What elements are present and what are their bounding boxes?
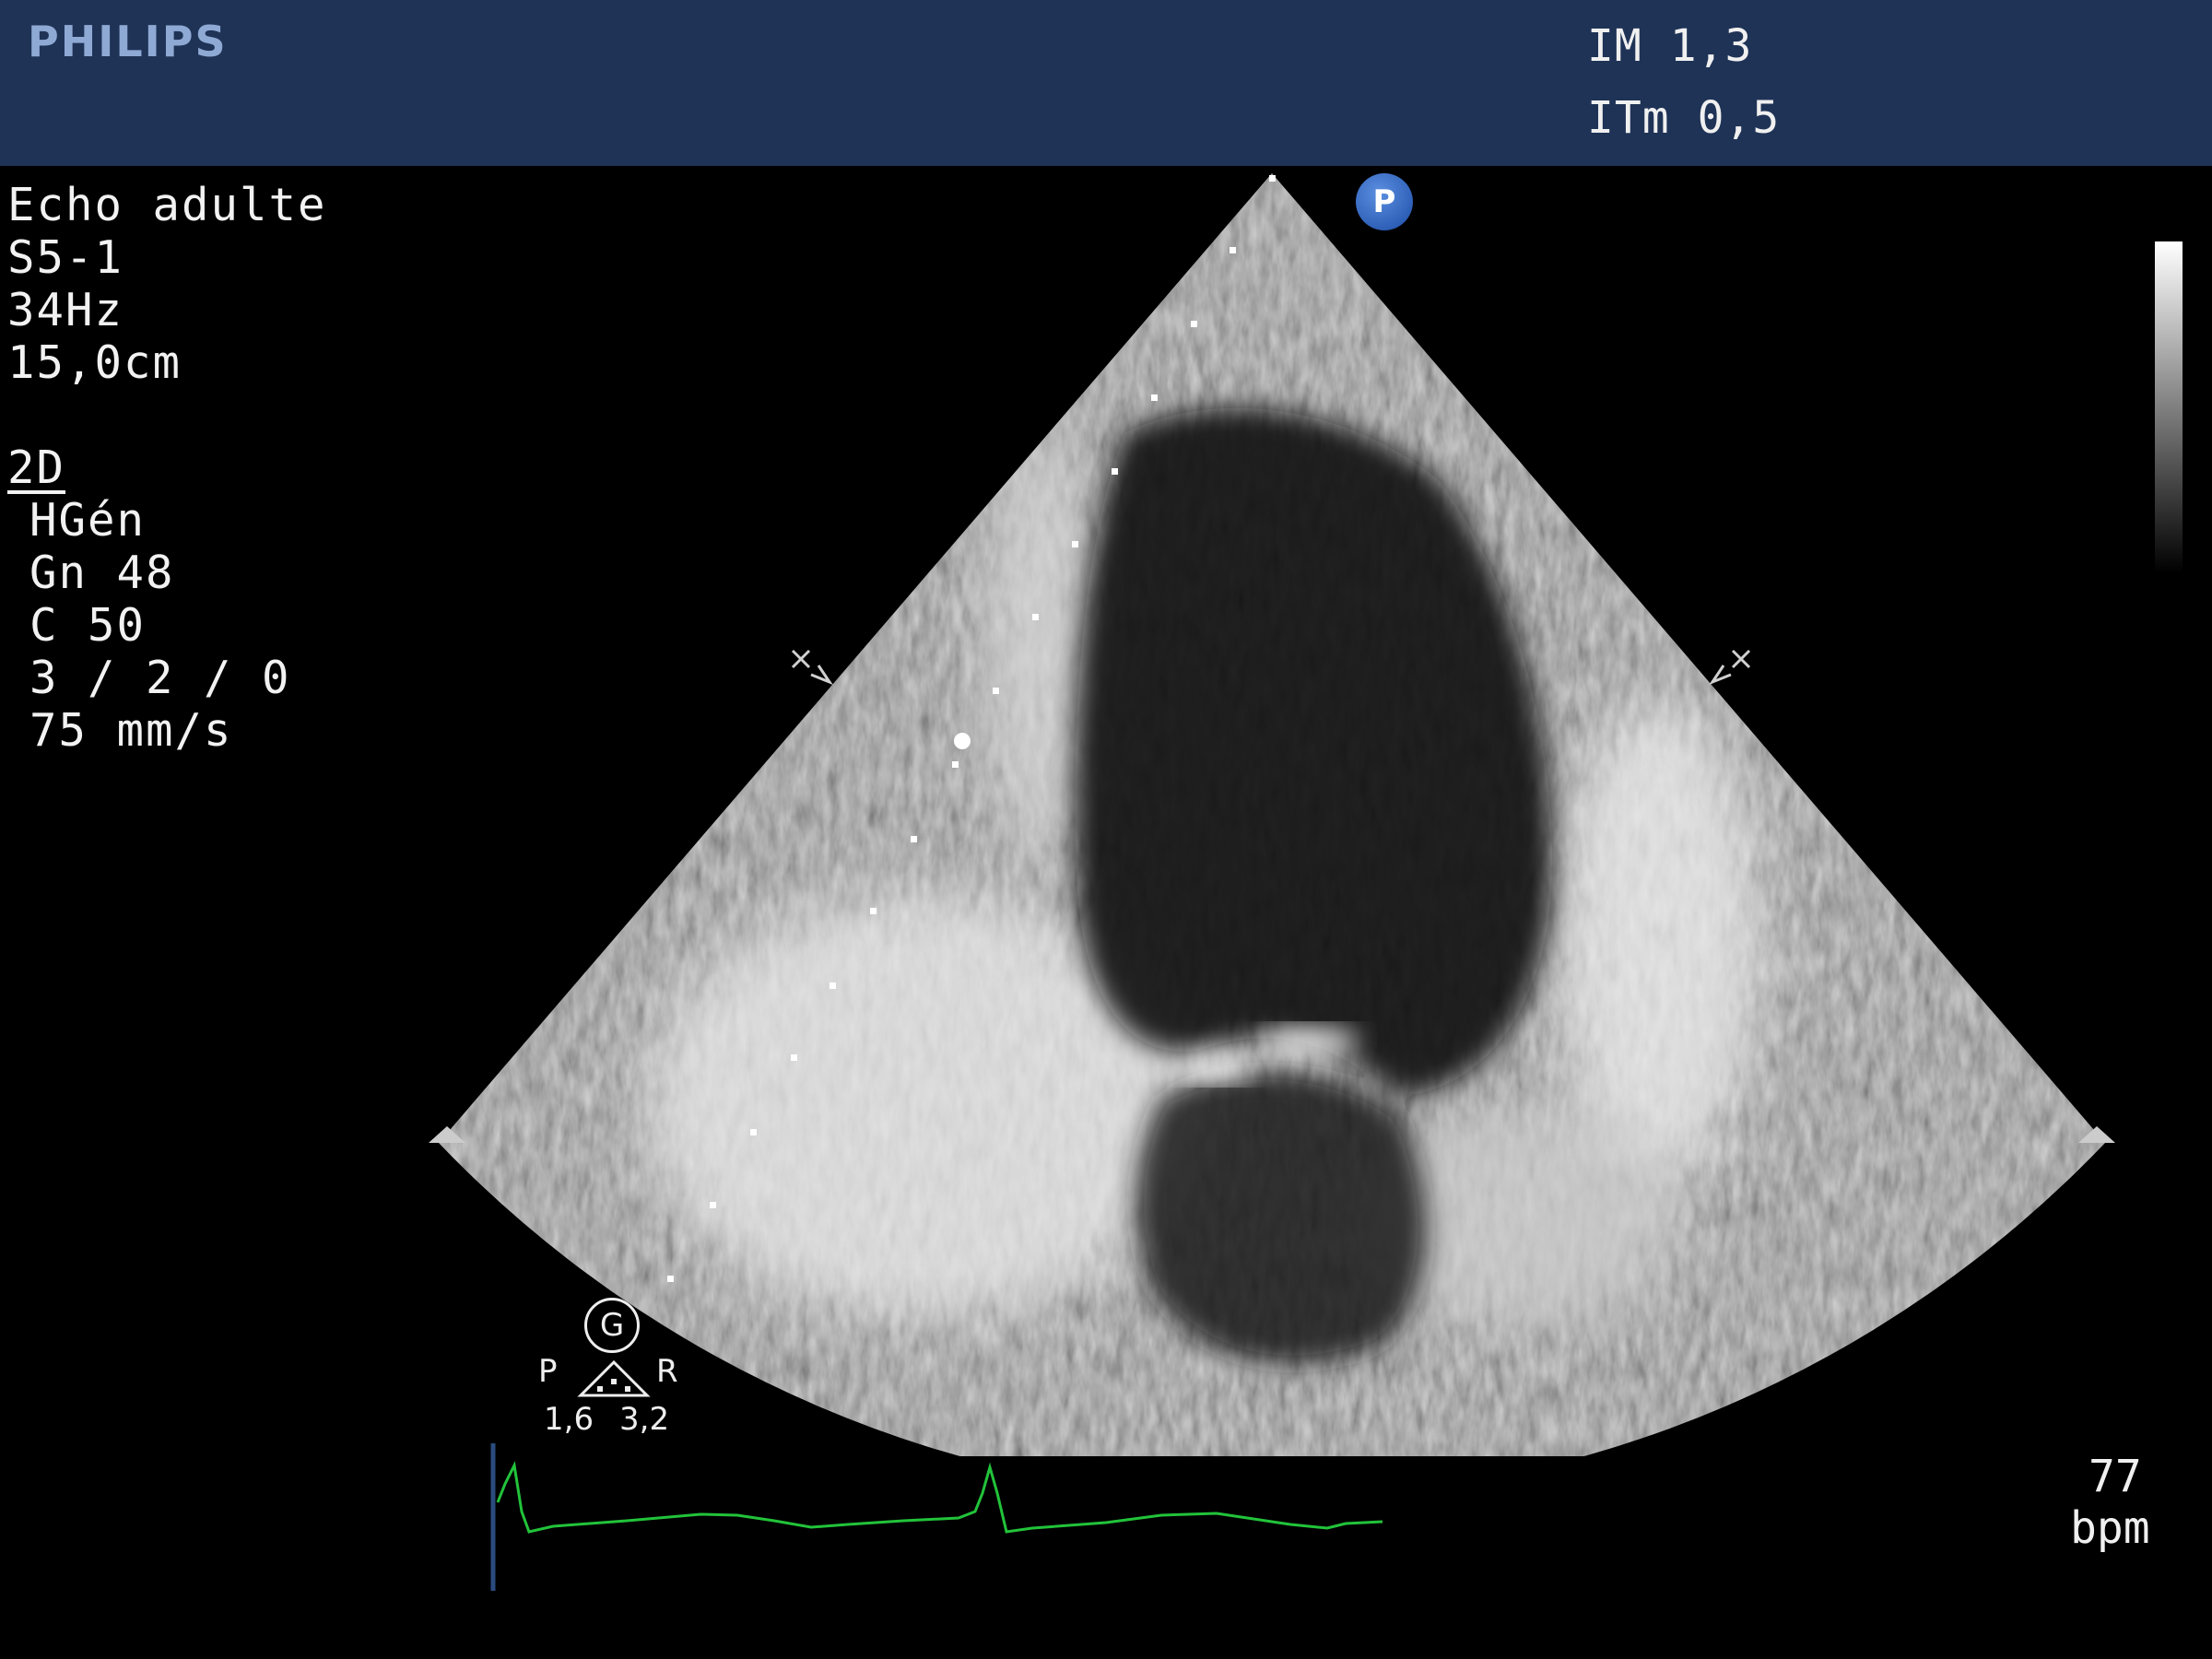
heart-rate-value: 77 xyxy=(2088,1451,2142,1502)
heart-rate-unit: bpm xyxy=(2070,1502,2150,1554)
ecg-trace xyxy=(490,1443,1383,1591)
ecg-waveform xyxy=(496,1461,1383,1534)
